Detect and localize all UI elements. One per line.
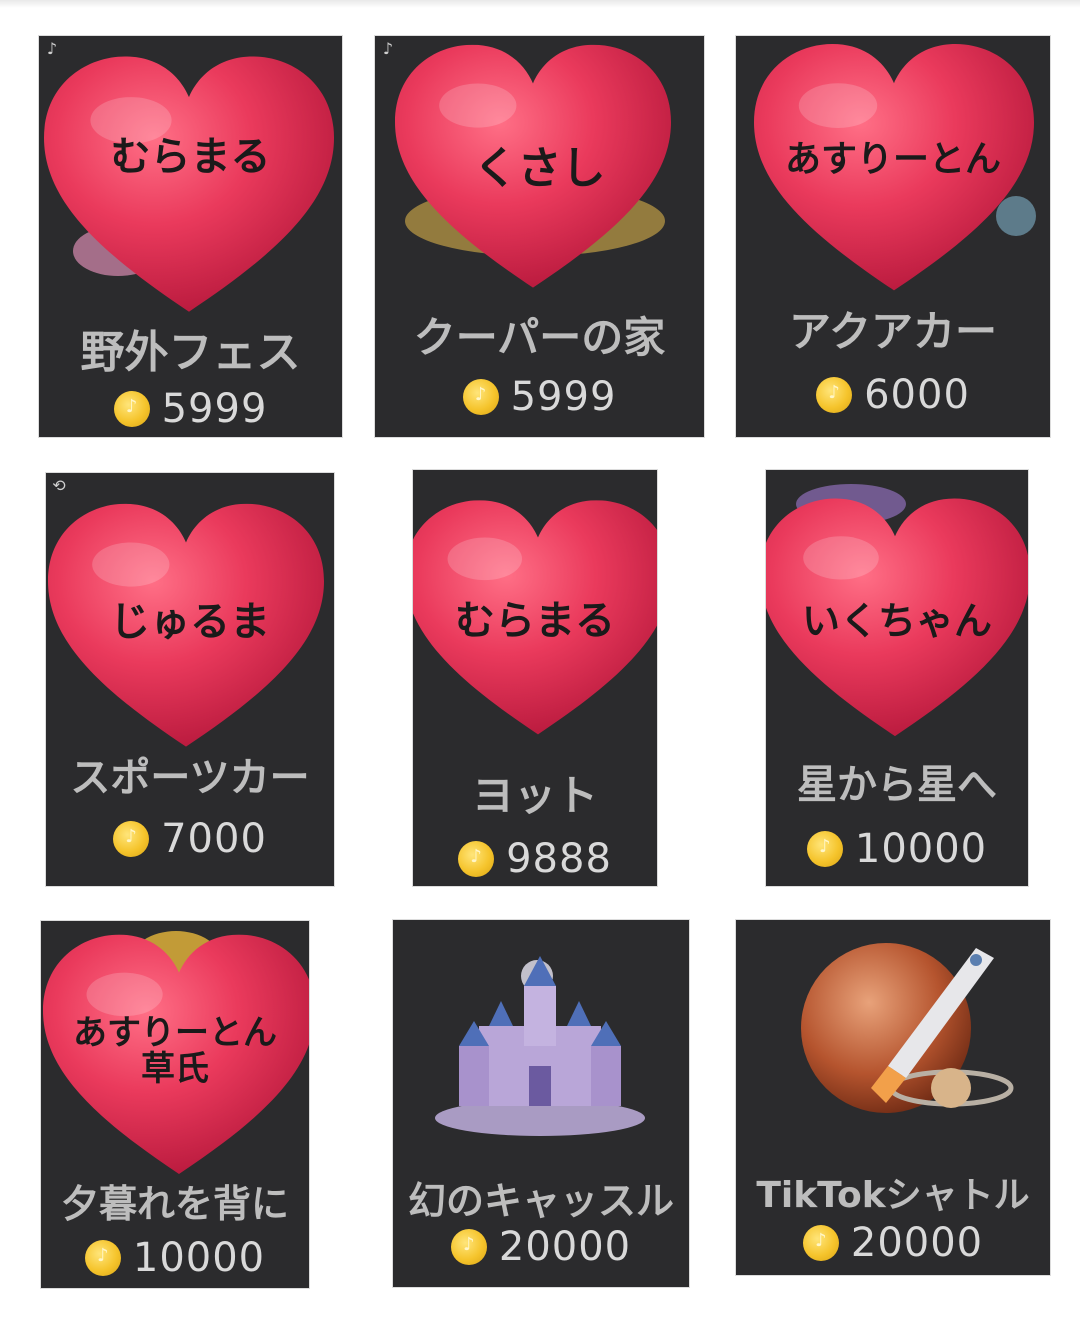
rotate-icon: ⟲ bbox=[52, 476, 66, 495]
gift-price: 9888 bbox=[506, 836, 612, 882]
gift-price: 5999 bbox=[510, 374, 617, 420]
gift-price: 20000 bbox=[850, 1220, 984, 1266]
gift-card-9[interactable]: TikTokシャトル 20000 bbox=[736, 920, 1050, 1275]
gift-card-4[interactable]: ⟲ じゅるま スポーツカー 7000 bbox=[46, 473, 334, 886]
gift-card-2[interactable]: ♪ くさし クーパーの家 5999 bbox=[375, 36, 704, 437]
price-row: 10000 bbox=[766, 826, 1028, 872]
tiktok-coin-icon bbox=[462, 379, 499, 415]
gift-name: 幻のキャッスル bbox=[407, 1179, 674, 1223]
tiktok-coin-icon bbox=[806, 831, 843, 867]
gift-price: 6000 bbox=[864, 372, 970, 418]
heart-label: むらまる bbox=[455, 598, 615, 644]
heart-label: くさし bbox=[473, 143, 606, 194]
price-row: 9888 bbox=[413, 836, 657, 882]
heart-label-line1: あすりーとん bbox=[73, 1013, 277, 1053]
tiktok-coin-icon bbox=[458, 841, 495, 877]
gift-price: 10000 bbox=[132, 1235, 266, 1281]
top-border bbox=[0, 0, 1080, 8]
price-row: 7000 bbox=[46, 816, 334, 862]
gift-name: ヨット bbox=[471, 771, 598, 820]
gift-name: クーパーの家 bbox=[413, 313, 666, 362]
tiktok-coin-icon bbox=[113, 821, 150, 857]
tiktok-coin-icon bbox=[113, 391, 150, 427]
gift-card-8[interactable]: 幻のキャッスル 20000 bbox=[393, 920, 689, 1287]
gift-card-5[interactable]: むらまる ヨット 9888 bbox=[413, 470, 657, 886]
gift-name: TikTokシャトル bbox=[756, 1175, 1030, 1216]
heart-label: あすりーとん bbox=[784, 139, 1001, 180]
price-row: 10000 bbox=[41, 1235, 309, 1281]
gift-price: 5999 bbox=[161, 386, 268, 432]
heart-label: あすりーとん 草氏 bbox=[41, 1013, 309, 1089]
gift-card-3[interactable]: あすりーとん アクアカー 6000 bbox=[736, 36, 1050, 437]
heart-label: むらまる bbox=[110, 134, 271, 180]
gift-name: 野外フェス bbox=[80, 327, 301, 378]
tiktok-coin-icon bbox=[816, 377, 853, 413]
gift-name: 星から星へ bbox=[797, 762, 997, 808]
tiktok-coin-icon bbox=[450, 1229, 487, 1265]
heart-label-line2: 草氏 bbox=[141, 1048, 209, 1089]
gift-name: スポーツカー bbox=[70, 755, 310, 801]
heart-label: いくちゃん bbox=[801, 599, 992, 643]
gift-name: アクアカー bbox=[789, 307, 997, 356]
gift-card-6[interactable]: いくちゃん 星から星へ 10000 bbox=[766, 470, 1028, 886]
gift-price: 10000 bbox=[854, 826, 988, 872]
tiktok-coin-icon bbox=[802, 1225, 839, 1261]
gift-card-1[interactable]: ♪ むらまる 野外フェス 5999 bbox=[39, 36, 342, 437]
gift-card-7[interactable]: あすりーとん 草氏 夕暮れを背に 10000 bbox=[41, 921, 309, 1288]
gift-name: 夕暮れを背に bbox=[60, 1182, 289, 1226]
price-row: 5999 bbox=[375, 374, 704, 420]
tiktok-coin-icon bbox=[84, 1240, 121, 1276]
price-row: 20000 bbox=[393, 1224, 689, 1270]
gift-price: 20000 bbox=[498, 1224, 632, 1270]
shuttle-icon bbox=[801, 943, 1014, 1113]
gift-price: 7000 bbox=[161, 816, 267, 862]
price-row: 20000 bbox=[736, 1220, 1050, 1266]
heart-label: じゅるま bbox=[110, 599, 270, 645]
castle-icon bbox=[435, 956, 645, 1136]
heart-sticker-icon bbox=[44, 56, 334, 318]
price-row: 6000 bbox=[736, 372, 1050, 418]
price-row: 5999 bbox=[39, 386, 342, 432]
